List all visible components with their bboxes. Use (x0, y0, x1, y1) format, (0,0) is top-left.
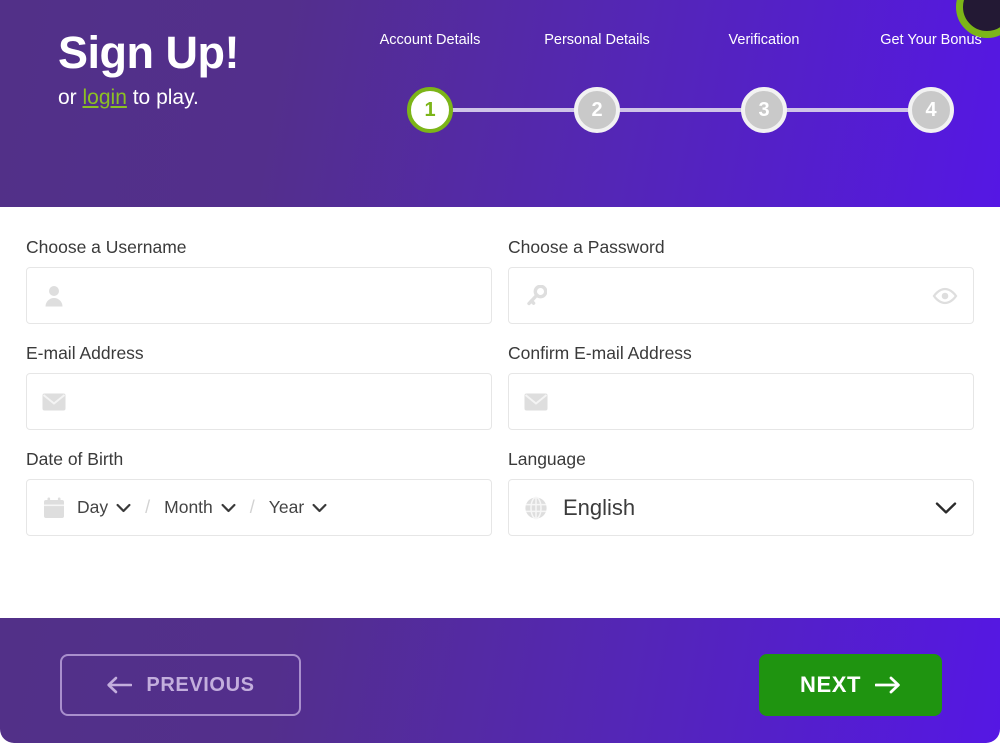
language-select[interactable]: English (508, 479, 974, 536)
stepper-labels: Account Details Personal Details Verific… (368, 32, 982, 54)
dob-year-select[interactable]: Year (269, 497, 327, 518)
login-prompt-suffix: to play. (126, 86, 199, 109)
chevron-down-icon[interactable] (935, 501, 957, 515)
key-icon (523, 283, 549, 309)
field-date-of-birth: Date of Birth Day / Month / Year (26, 449, 492, 536)
field-password: Choose a Password (508, 237, 974, 324)
form-grid: Choose a Username Choose a Password E-ma… (26, 237, 974, 555)
step-label-1: Account Details (379, 32, 481, 48)
chevron-down-icon (221, 503, 236, 512)
eye-icon[interactable] (931, 285, 959, 307)
dob-separator: / (249, 497, 255, 517)
login-link[interactable]: login (83, 86, 127, 109)
dob-label: Date of Birth (26, 449, 124, 469)
page-header: Sign Up! or login to play. Account Detai… (0, 0, 1000, 207)
email-confirm-input[interactable] (549, 374, 959, 429)
language-value: English (563, 494, 636, 520)
previous-button-label: PREVIOUS (146, 673, 255, 696)
email-input[interactable] (67, 374, 477, 429)
dob-year-value: Year (268, 497, 305, 517)
stepper-track: 1 2 3 4 (368, 87, 976, 133)
email-control[interactable] (26, 373, 492, 430)
person-icon (41, 283, 67, 309)
chevron-down-icon (116, 503, 131, 512)
field-username: Choose a Username (26, 237, 492, 324)
page-title: Sign Up! (58, 27, 239, 78)
step-label-4: Get Your Bonus (880, 32, 982, 48)
globe-icon (523, 495, 549, 521)
arrow-right-icon (875, 676, 900, 694)
password-label: Choose a Password (508, 237, 665, 257)
email-confirm-control[interactable] (508, 373, 974, 430)
step-node-1[interactable]: 1 (407, 87, 453, 133)
form-footer: PREVIOUS NEXT (0, 618, 1000, 743)
dob-day-value: Day (77, 497, 109, 517)
dob-selectors: Day / Month / Year (67, 497, 477, 518)
chevron-down-icon (312, 503, 327, 512)
signup-stepper: Account Details Personal Details Verific… (368, 32, 982, 142)
step-node-4[interactable]: 4 (908, 87, 954, 133)
username-control[interactable] (26, 267, 492, 324)
arrow-left-icon (107, 676, 133, 694)
password-input[interactable] (549, 268, 959, 323)
brand-block: Sign Up! or login to play. (58, 30, 239, 109)
language-label: Language (508, 449, 586, 469)
signup-form: Choose a Username Choose a Password E-ma… (0, 207, 1000, 618)
dob-control: Day / Month / Year (26, 479, 492, 536)
previous-button[interactable]: PREVIOUS (60, 654, 301, 716)
step-label-3: Verification (728, 32, 800, 48)
envelope-icon (41, 389, 67, 415)
step-label-2: Personal Details (544, 32, 650, 48)
dob-month-select[interactable]: Month (164, 497, 236, 518)
signup-page: Sign Up! or login to play. Account Detai… (0, 0, 1000, 749)
calendar-icon (41, 495, 67, 521)
email-label: E-mail Address (26, 343, 144, 363)
envelope-icon (523, 389, 549, 415)
field-language: Language English (508, 449, 974, 536)
next-button-label: NEXT (799, 672, 862, 697)
login-prompt-prefix: or (58, 86, 83, 109)
dob-day-select[interactable]: Day (77, 497, 131, 518)
dob-month-value: Month (164, 497, 213, 517)
field-email-confirm: Confirm E-mail Address (508, 343, 974, 430)
step-node-2[interactable]: 2 (574, 87, 620, 133)
login-prompt: or login to play. (58, 86, 239, 109)
email-confirm-label: Confirm E-mail Address (508, 343, 692, 363)
step-node-3[interactable]: 3 (741, 87, 787, 133)
username-input[interactable] (67, 268, 477, 323)
stepper-connector-line (412, 108, 932, 112)
username-label: Choose a Username (26, 237, 187, 257)
password-control[interactable] (508, 267, 974, 324)
dob-separator: / (145, 497, 151, 517)
field-email: E-mail Address (26, 343, 492, 430)
next-button[interactable]: NEXT (759, 654, 942, 716)
